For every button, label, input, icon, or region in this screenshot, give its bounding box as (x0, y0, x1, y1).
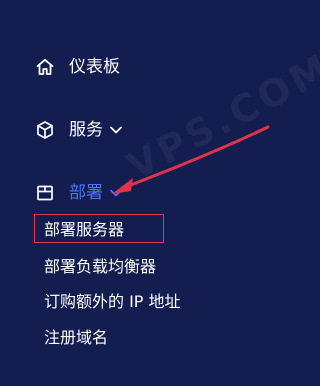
sidebar-item-label: 仪表板 (69, 56, 120, 77)
submenu-item-order-extra-ip[interactable]: 订购额外的 IP 地址 (44, 294, 181, 310)
home-icon (34, 56, 56, 78)
sidebar: VPS.COM 仪表板 服务 部署 部署服务器 部署负载均衡器 订购额外的 IP… (0, 0, 320, 386)
submenu-item-deploy-server[interactable]: 部署服务器 (44, 222, 124, 238)
submenu-item-deploy-load-balancer[interactable]: 部署负载均衡器 (44, 259, 156, 275)
sidebar-item-dashboard[interactable]: 仪表板 (34, 53, 120, 81)
chevron-down-icon[interactable] (109, 123, 123, 137)
chevron-down-icon[interactable] (109, 186, 123, 200)
box-icon (34, 182, 56, 204)
sidebar-item-services[interactable]: 服务 (34, 116, 123, 144)
cube-icon (34, 119, 56, 141)
submenu-item-register-domain[interactable]: 注册域名 (44, 330, 108, 346)
sidebar-item-deploy[interactable]: 部署 (34, 179, 123, 207)
watermark: VPS.COM (120, 44, 320, 230)
sidebar-item-label: 服务 (69, 119, 103, 140)
sidebar-item-label: 部署 (69, 182, 103, 203)
watermark-text: VPS.COM (120, 44, 320, 189)
